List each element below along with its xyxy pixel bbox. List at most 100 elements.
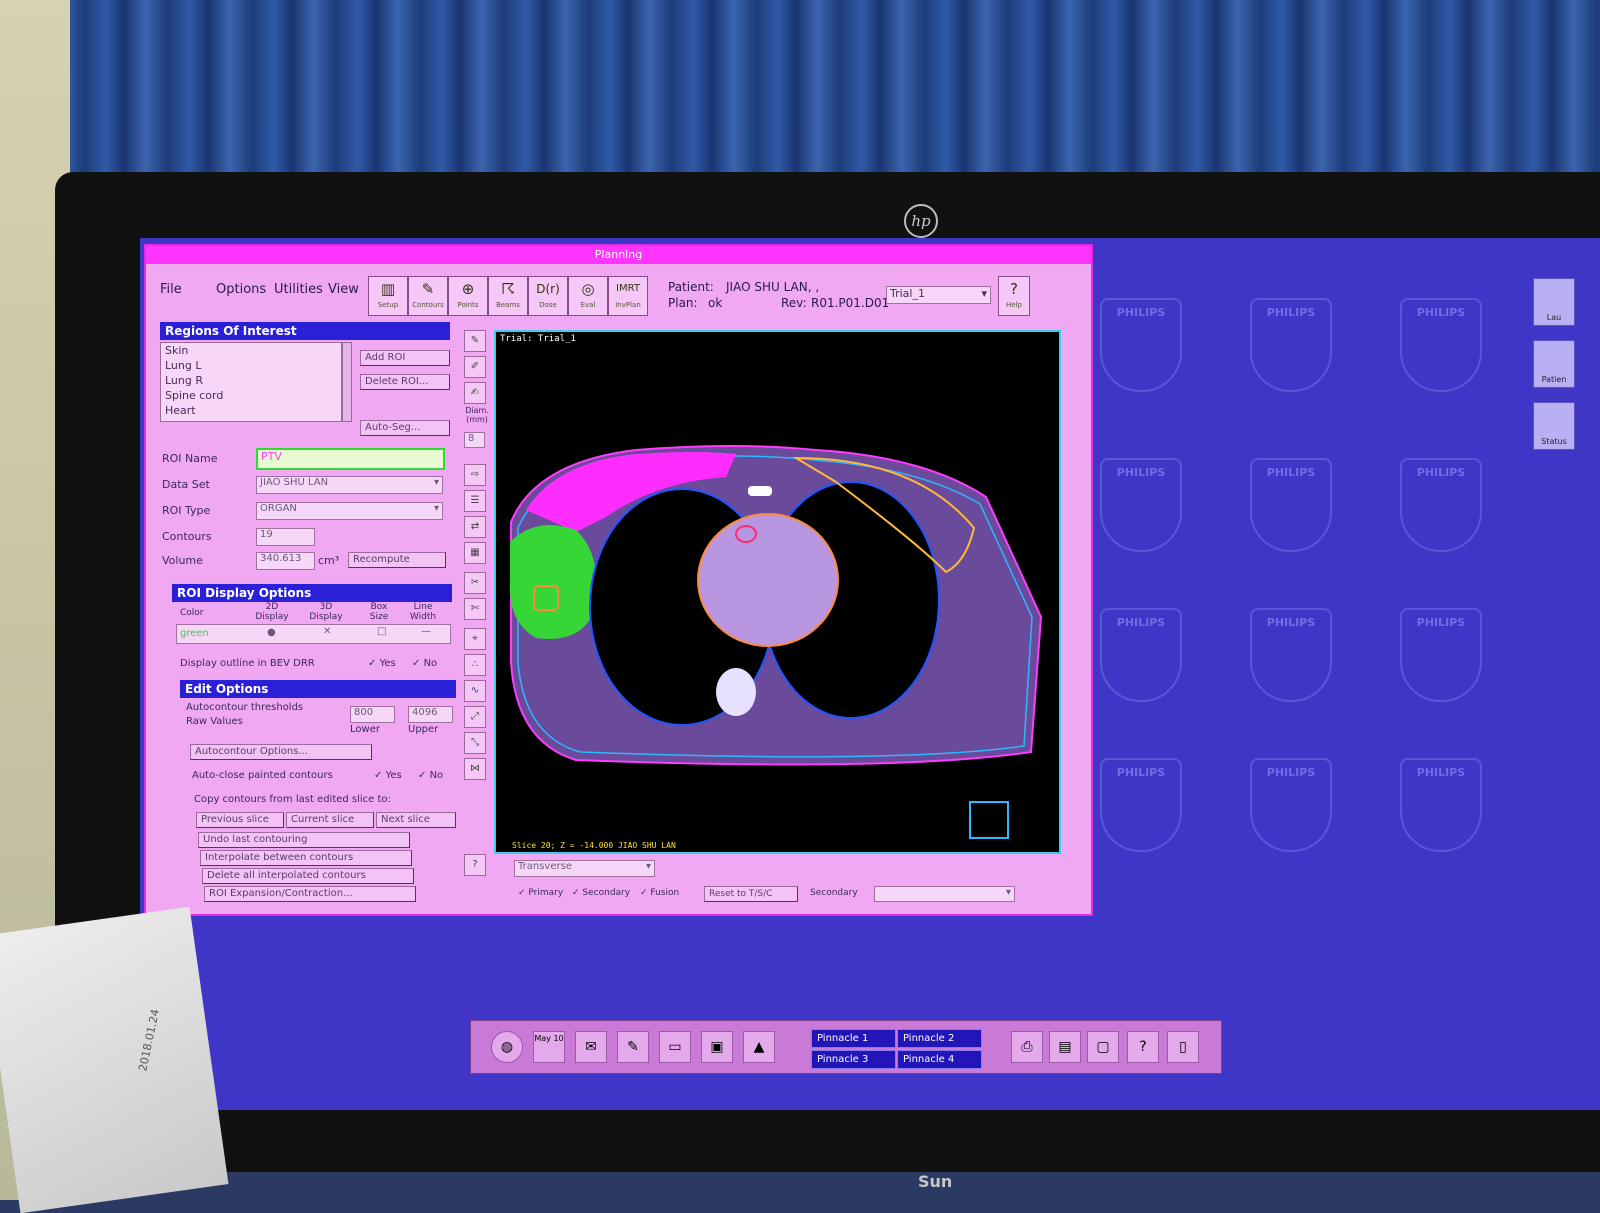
cross-icon[interactable]: ✕ [323,626,331,637]
edit-options-header: Edit Options [180,680,456,698]
points-tool-button[interactable]: ⊕ Points [448,276,488,316]
cut-tool-icon[interactable]: ✄ [464,598,486,620]
select-tool-icon[interactable]: ⌖ [464,628,486,650]
list-item[interactable]: Spine cord [161,388,341,403]
desktop: PHILIPS PHILIPS PHILIPS PHILIPS PHILIPS … [140,238,1600,1110]
status-icon[interactable]: Status [1533,402,1575,450]
calendar-icon[interactable]: May 10 [533,1031,565,1063]
pinnacle-1-button[interactable]: Pinnacle 1 [811,1029,896,1048]
pinnacle-2-button[interactable]: Pinnacle 2 [897,1029,982,1048]
roi-name-input[interactable]: PTV [256,448,445,470]
autoclose-yes-radio[interactable]: ✓ Yes [374,770,402,781]
lower-threshold-input[interactable]: 800 [350,706,395,723]
data-set-select[interactable]: JIAO SHU LAN ▾ [256,476,443,494]
paint-tool-icon[interactable]: ✍ [464,382,486,404]
upper-threshold-input[interactable]: 4096 [408,706,453,723]
expand-tool-icon[interactable]: ⤢ [464,706,486,728]
ct-viewer[interactable]: Trial: Trial_1 Slice 20; Z = -14.000 JIA… [494,330,1061,854]
patient-label: Patient: [668,280,714,294]
menu-view[interactable]: View [328,282,359,297]
plan-label: Plan: [668,296,698,310]
add-roi-button[interactable]: Add ROI [360,350,450,366]
menu-options[interactable]: Options [216,282,266,297]
monitor-icon[interactable]: ▢ [1087,1031,1119,1063]
roi-expansion-button[interactable]: ROI Expansion/Contraction... [204,886,416,902]
pinnacle-4-button[interactable]: Pinnacle 4 [897,1050,982,1069]
diam-input[interactable]: 8 [464,432,485,448]
arrow-tool-icon[interactable]: ⇨ [464,464,486,486]
merge-tool-icon[interactable]: ⋈ [464,758,486,780]
secondary-radio[interactable]: ✓ Secondary [572,888,630,898]
viewer-help-icon[interactable]: ? [464,854,486,876]
move-tool-icon[interactable]: ⇄ [464,516,486,538]
reset-tsc-button[interactable]: Reset to T/S/C [704,886,798,902]
wand-icon[interactable]: ✎ [617,1031,649,1063]
color-value[interactable]: green [180,628,209,639]
autocontour-options-button[interactable]: Autocontour Options... [190,744,372,760]
brush-tool-icon[interactable]: ✐ [464,356,486,378]
bev-no-radio[interactable]: ✓ No [412,658,437,669]
secondary-select[interactable]: ▾ [874,886,1015,902]
dose-tool-button[interactable]: D(r) Dose [528,276,568,316]
trial-select[interactable]: Trial_1 ▾ [886,286,991,304]
smooth-tool-icon[interactable]: ∿ [464,680,486,702]
square-icon[interactable]: □ [377,626,386,637]
node-tool-icon[interactable]: ∴ [464,654,486,676]
list-tool-icon[interactable]: ☰ [464,490,486,512]
recompute-button[interactable]: Recompute [348,552,446,568]
autoclose-no-radio[interactable]: ✓ No [418,770,443,781]
line-icon[interactable]: — [421,626,431,637]
mail-icon[interactable]: ✉ [575,1031,607,1063]
printer-icon[interactable]: ⎙ [1011,1031,1043,1063]
patient-icon[interactable]: Patien [1533,340,1575,388]
chevron-down-icon: ▾ [433,477,439,488]
dot-icon[interactable]: ● [267,627,276,638]
primary-radio[interactable]: ✓ Primary [518,888,563,898]
folder-icon[interactable]: ▤ [1049,1031,1081,1063]
previous-slice-button[interactable]: Previous slice [196,812,284,828]
shrink-tool-icon[interactable]: ⤡ [464,732,486,754]
menu-file[interactable]: File [160,282,182,297]
delete-roi-button[interactable]: Delete ROI... [360,374,450,390]
philips-watermark: PHILIPS [1100,458,1182,552]
undo-contour-button[interactable]: Undo last contouring [198,832,410,848]
menu-utilities[interactable]: Utilities [274,282,323,297]
computer-icon[interactable]: ▣ [701,1031,733,1063]
auto-seg-button[interactable]: Auto-Seg... [360,420,450,436]
list-item[interactable]: Lung R [161,373,341,388]
triangle-icon[interactable]: ▲ [743,1031,775,1063]
list-item[interactable]: Lung L [161,358,341,373]
roi-type-select[interactable]: ORGAN ▾ [256,502,443,520]
bev-yes-radio[interactable]: ✓ Yes [368,658,396,669]
scissors-icon[interactable]: ✂ [464,572,486,594]
launch-icon[interactable]: Lau [1533,278,1575,326]
roi-list[interactable]: Skin Lung L Lung R Spine cord Heart [160,342,342,422]
printer-icon[interactable]: ▭ [659,1031,691,1063]
next-slice-button[interactable]: Next slice [376,812,456,828]
help-button[interactable]: ? Help [998,276,1030,316]
roi-list-scrollbar[interactable] [342,342,352,422]
delete-interpolated-button[interactable]: Delete all interpolated contours [202,868,414,884]
globe-icon[interactable]: ◍ [491,1031,523,1063]
imrt-icon: IMRT [616,283,640,294]
pen-tool-icon[interactable]: ✎ [464,330,486,352]
beams-tool-button[interactable]: ☈ Beams [488,276,528,316]
interpolate-button[interactable]: Interpolate between contours [200,850,412,866]
invplan-tool-button[interactable]: IMRT InvPlan [608,276,648,316]
eval-tool-button[interactable]: ◎ Eval [568,276,608,316]
setup-tool-button[interactable]: ▥ Setup [368,276,408,316]
grid-tool-icon[interactable]: ▦ [464,542,486,564]
fusion-radio[interactable]: ✓ Fusion [640,888,679,898]
pinnacle-3-button[interactable]: Pinnacle 3 [811,1050,896,1069]
list-item[interactable]: Skin [161,343,341,358]
planning-window: Planning File Options Utilities View ▥ Se… [144,244,1093,916]
chevron-down-icon: ▾ [645,861,651,872]
help-icon[interactable]: ? [1127,1031,1159,1063]
orientation-select[interactable]: Transverse ▾ [514,860,655,877]
contours-tool-button[interactable]: ✎ Contours [408,276,448,316]
list-item[interactable]: Heart [161,403,341,418]
trash-icon[interactable]: ▯ [1167,1031,1199,1063]
upper-label: Upper [408,724,439,735]
menu-bar: File Options Utilities View ▥ Setup ✎ Cont… [146,266,1091,316]
current-slice-button[interactable]: Current slice [286,812,374,828]
